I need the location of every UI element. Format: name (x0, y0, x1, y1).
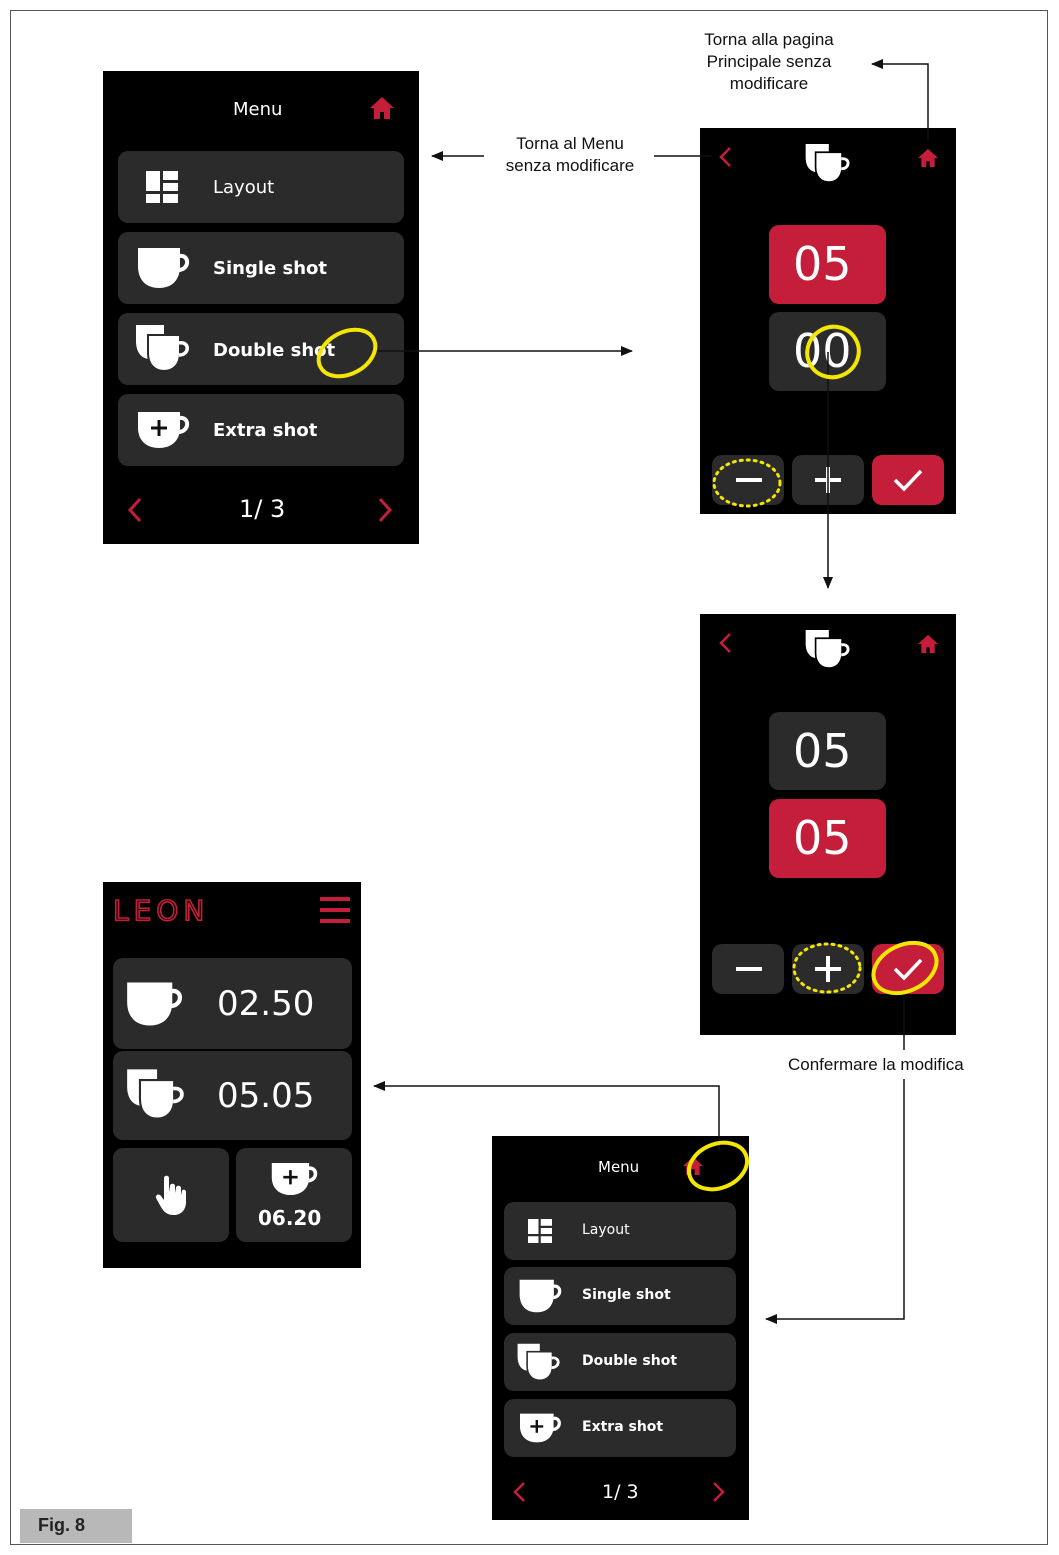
home-return-arrow (373, 1081, 720, 1150)
tap-highlight-double-shot (316, 327, 378, 379)
tap-highlight-confirm (871, 940, 939, 996)
home-note-arrow (871, 59, 929, 140)
tap-highlight-home (686, 1140, 750, 1192)
tap-highlight-minus (712, 458, 782, 508)
tap-highlight-plus (792, 942, 862, 994)
flow-arrows-overlay (316, 59, 939, 1324)
tap-highlight-seconds (805, 324, 861, 380)
confirm-arrow (765, 1079, 905, 1324)
